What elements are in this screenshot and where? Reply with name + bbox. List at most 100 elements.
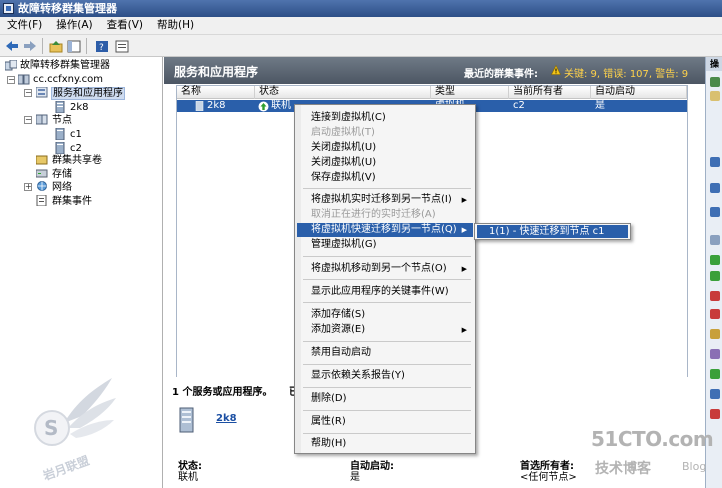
tree-storage[interactable]: 存储	[52, 168, 72, 181]
tree-services-apps[interactable]: 服务和应用程序	[51, 87, 125, 100]
menu-delete[interactable]: 删除(D)	[297, 392, 473, 406]
menu-separator	[303, 433, 471, 434]
action-icon[interactable]	[710, 389, 720, 399]
menu-move-vm[interactable]: 将虚拟机移动到另一个节点(O) ▶	[297, 262, 473, 276]
vm-server-icon	[178, 407, 196, 433]
menu-label: 保存虚拟机(V)	[311, 172, 376, 183]
menu-label: 属性(R)	[311, 416, 346, 427]
menu-label: 连接到虚拟机(C)	[311, 112, 386, 123]
toolbar-separator	[86, 38, 87, 54]
action-icon[interactable]	[710, 349, 720, 359]
events-summary-link[interactable]: 关键: 9, 错误: 107, 警告: 9	[564, 65, 688, 80]
tree-node-c1[interactable]: c1	[70, 128, 82, 141]
action-icon[interactable]	[710, 309, 720, 319]
tree-vm-2k8[interactable]: 2k8	[70, 101, 89, 114]
column-header-status[interactable]: 状态	[255, 86, 431, 99]
menu-file[interactable]: 文件(F)	[0, 17, 49, 34]
summary-service-link[interactable]: 2k8	[216, 413, 237, 424]
menu-separator	[303, 410, 471, 411]
menu-save-vm[interactable]: 保存虚拟机(V)	[297, 171, 473, 185]
action-icon[interactable]	[710, 235, 720, 245]
menu-label: 显示依赖关系报告(Y)	[311, 370, 405, 381]
menu-action[interactable]: 操作(A)	[49, 17, 99, 34]
action-icon[interactable]	[710, 207, 720, 217]
action-icon[interactable]	[710, 291, 720, 301]
menu-manage-vm[interactable]: 管理虚拟机(G)	[297, 238, 473, 252]
up-folder-icon[interactable]	[48, 38, 64, 54]
menu-cancel-live-migration[interactable]: 取消正在进行的实时迁移(A)	[297, 208, 473, 222]
tree-shared-volumes[interactable]: 群集共享卷	[52, 154, 102, 167]
quick-migrate-submenu: 1(1) - 快速迁移到节点 c1	[474, 223, 631, 240]
menu-shutdown-vm[interactable]: 关闭虚拟机(U)	[297, 141, 473, 155]
menu-properties[interactable]: 属性(R)	[297, 415, 473, 429]
watermark-logo: S 岩月联盟	[24, 368, 119, 484]
column-header-owner[interactable]: 当前所有者	[509, 86, 591, 99]
nodes-icon	[35, 114, 48, 125]
tree-networks[interactable]: 网络	[52, 181, 72, 194]
events-icon	[36, 194, 48, 207]
collapse-icon[interactable]: −	[24, 116, 32, 124]
action-icon[interactable]	[710, 91, 720, 101]
properties-icon[interactable]	[114, 38, 130, 54]
menu-live-migrate[interactable]: 将虚拟机实时迁移到另一节点(I) ▶	[297, 193, 473, 207]
window-title: 故障转移群集管理器	[18, 2, 117, 15]
menu-view[interactable]: 查看(V)	[100, 17, 150, 34]
collapse-icon[interactable]: −	[24, 89, 32, 97]
column-header-autostart[interactable]: 自动启动	[591, 86, 687, 99]
detail-autostart-value: 是	[350, 472, 360, 483]
action-icon[interactable]	[710, 329, 720, 339]
svg-text:S: S	[44, 416, 58, 440]
context-menu: 连接到虚拟机(C) 启动虚拟机(T) 关闭虚拟机(U) 关闭虚拟机(U) 保存虚…	[294, 104, 476, 454]
menu-turnoff-vm[interactable]: 关闭虚拟机(U)	[297, 156, 473, 170]
svg-text:岩月联盟: 岩月联盟	[40, 453, 91, 484]
submenu-arrow-icon: ▶	[461, 265, 467, 273]
menu-connect-vm[interactable]: 连接到虚拟机(C)	[297, 111, 473, 125]
column-header-type[interactable]: 类型	[431, 86, 509, 99]
menu-help[interactable]: 帮助(H)	[150, 17, 201, 34]
help-icon[interactable]: ?	[94, 38, 110, 54]
menu-dependency-report[interactable]: 显示依赖关系报告(Y)	[297, 369, 473, 383]
action-icon[interactable]	[710, 77, 720, 87]
menu-start-vm[interactable]: 启动虚拟机(T)	[297, 126, 473, 140]
menu-quick-migrate[interactable]: 将虚拟机快速迁移到另一节点(Q) ▶	[297, 223, 473, 237]
column-header-name[interactable]: 名称	[177, 86, 255, 99]
forward-arrow-icon[interactable]	[22, 38, 38, 54]
menu-separator	[303, 302, 471, 303]
cluster-icon	[17, 74, 30, 85]
menu-help[interactable]: 帮助(H)	[297, 437, 473, 451]
menu-add-storage[interactable]: 添加存储(S)	[297, 308, 473, 322]
actions-pane: 操	[705, 57, 722, 488]
menu-label: 将虚拟机快速迁移到另一节点(Q)	[311, 224, 457, 235]
menu-separator	[303, 256, 471, 257]
tree-cluster-events[interactable]: 群集事件	[52, 195, 92, 208]
action-icon[interactable]	[710, 271, 720, 281]
expand-icon[interactable]: +	[24, 183, 32, 191]
row-owner: c2	[513, 100, 525, 111]
collapse-icon[interactable]: −	[7, 76, 15, 84]
tree-root[interactable]: 故障转移群集管理器	[20, 59, 110, 72]
vm-server-icon	[55, 100, 67, 114]
recent-events-label: 最近的群集事件:	[464, 69, 538, 80]
watermark-blog: Blog	[682, 460, 707, 473]
menu-label: 添加存储(S)	[311, 309, 366, 320]
tree-nodes[interactable]: 节点	[52, 114, 72, 127]
action-icon[interactable]	[710, 183, 720, 193]
node-server-icon	[55, 141, 67, 155]
menu-label: 帮助(H)	[311, 438, 347, 449]
tree-cluster[interactable]: cc.ccfxny.com	[33, 73, 103, 86]
action-icon[interactable]	[710, 157, 720, 167]
back-arrow-icon[interactable]	[4, 38, 20, 54]
menu-label: 禁用自动启动	[311, 347, 371, 358]
online-status-icon	[258, 101, 269, 112]
menu-show-critical-events[interactable]: 显示此应用程序的关键事件(W)	[297, 285, 473, 299]
menu-separator	[303, 188, 471, 189]
action-icon[interactable]	[710, 409, 720, 419]
submenu-migrate-to-c1[interactable]: 1(1) - 快速迁移到节点 c1	[477, 225, 628, 238]
menu-add-resource[interactable]: 添加资源(E) ▶	[297, 323, 473, 337]
show-hide-tree-icon[interactable]	[66, 38, 82, 54]
action-icon[interactable]	[710, 255, 720, 265]
menu-disable-autostart[interactable]: 禁用自动启动	[297, 346, 473, 360]
detail-preferred-value: <任何节点>	[520, 472, 577, 483]
menu-label: 显示此应用程序的关键事件(W)	[311, 286, 449, 297]
action-icon[interactable]	[710, 369, 720, 379]
